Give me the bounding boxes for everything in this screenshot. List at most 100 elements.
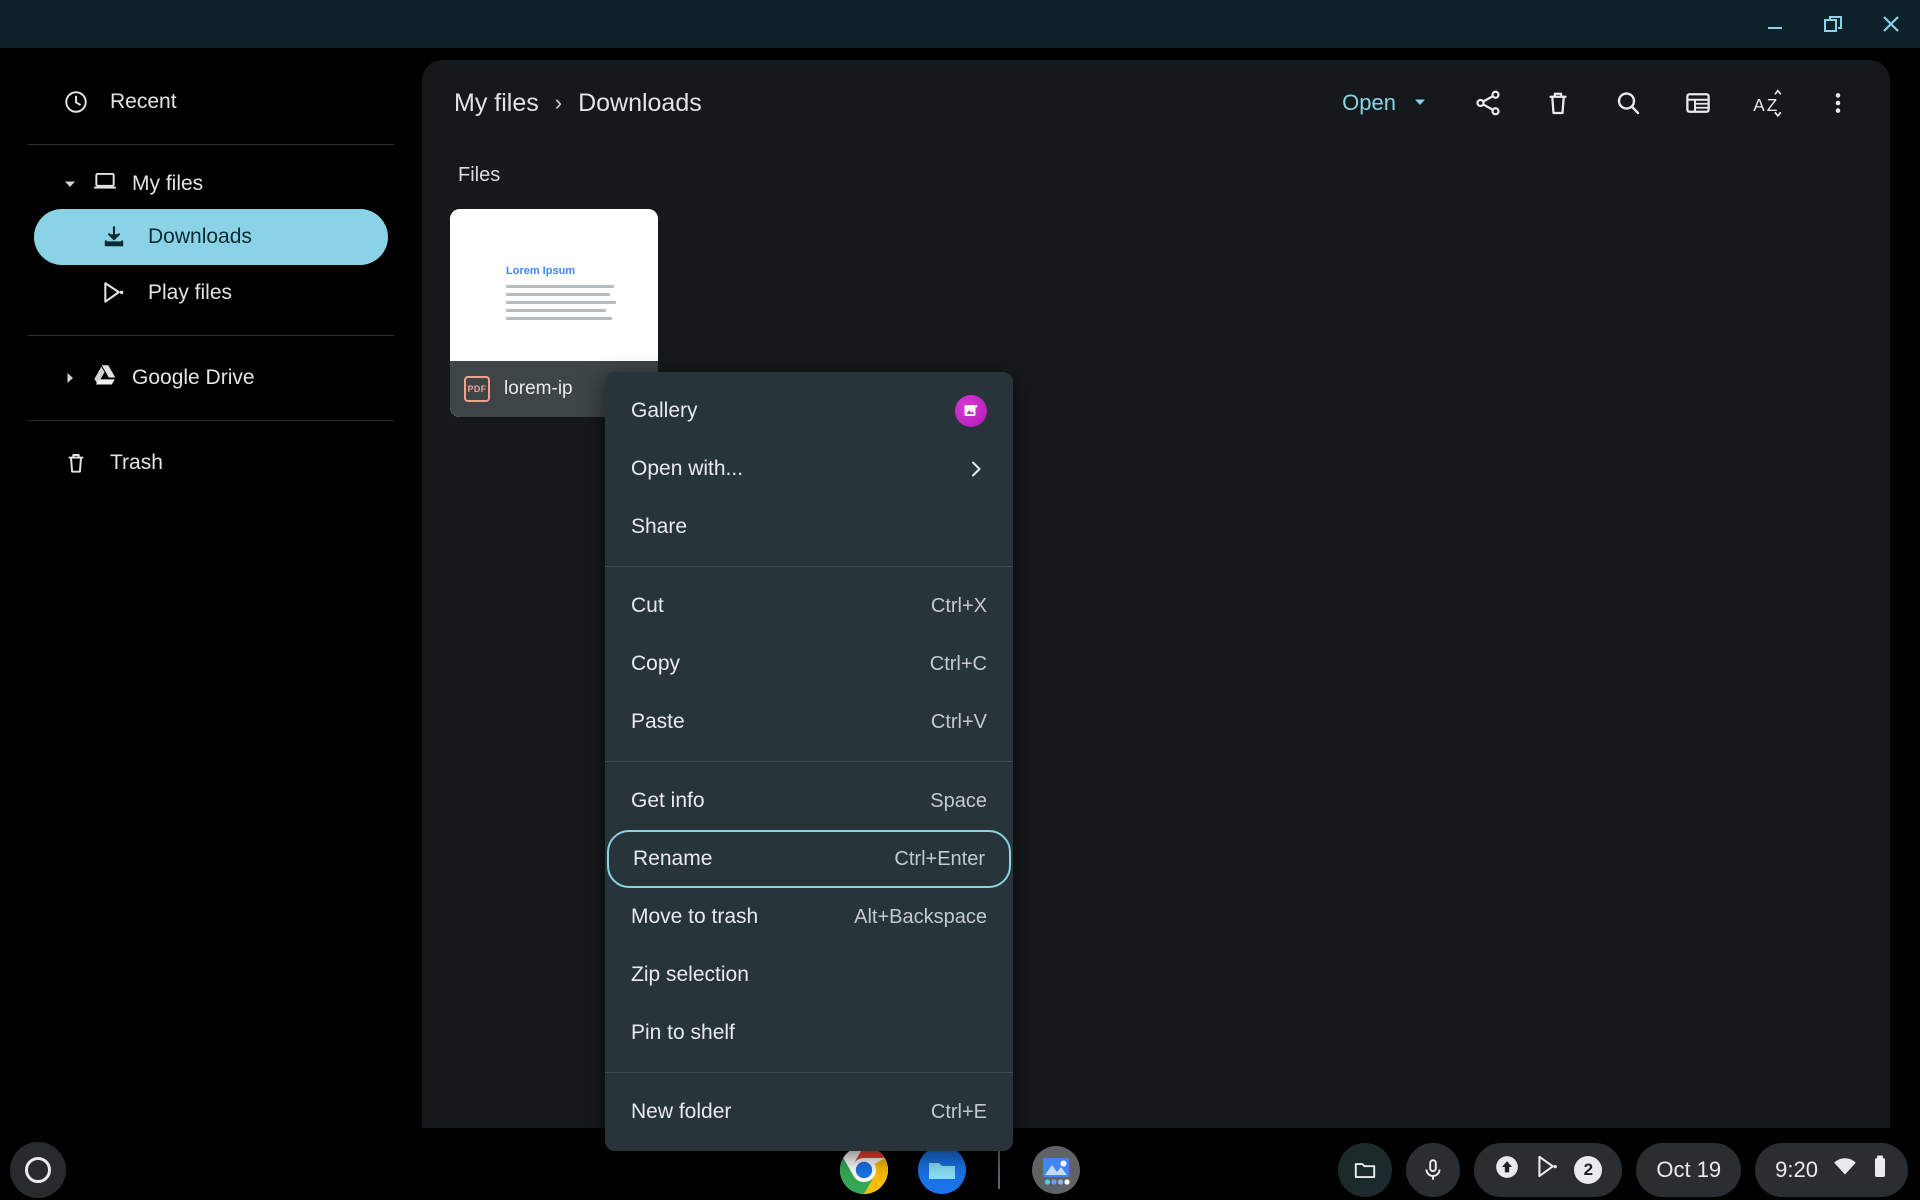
delete-button[interactable] <box>1534 79 1582 127</box>
menu-item-paste[interactable]: Paste Ctrl+V <box>605 693 1013 751</box>
google-drive-icon <box>92 362 118 394</box>
menu-item-label: Rename <box>633 847 713 870</box>
menu-item-accelerator: Ctrl+V <box>930 710 987 733</box>
search-button[interactable] <box>1604 79 1652 127</box>
sidebar-divider-3 <box>28 420 394 421</box>
menu-item-label: Share <box>631 515 688 538</box>
menu-item-accelerator: Ctrl+Enter <box>894 847 985 870</box>
more-vertical-icon <box>1835 93 1841 113</box>
share-icon <box>1476 90 1500 116</box>
more-options-button[interactable] <box>1814 79 1862 127</box>
svg-text:A: A <box>1753 95 1765 115</box>
trash-icon <box>62 449 90 477</box>
chevron-down-icon[interactable] <box>62 176 78 192</box>
open-button[interactable]: Open <box>1328 82 1442 124</box>
sidebar-item-label: Recent <box>110 90 177 113</box>
files-icon <box>918 1146 966 1194</box>
sidebar: Recent My files Downloads Play files Goo… <box>0 48 422 1140</box>
sidebar-item-label: Google Drive <box>132 366 255 389</box>
system-status-area: 2 Oct 19 9:20 <box>1338 1143 1908 1197</box>
microphone-icon <box>1425 1159 1441 1180</box>
menu-item-accelerator: Space <box>930 789 987 812</box>
menu-item-label: New folder <box>631 1100 732 1123</box>
menu-item-cut[interactable]: Cut Ctrl+X <box>605 577 1013 635</box>
shelf-app-gallery[interactable] <box>1030 1144 1082 1196</box>
time-label: 9:20 <box>1775 1157 1818 1182</box>
shelf-app-chrome[interactable] <box>838 1144 890 1196</box>
sidebar-item-my-files[interactable]: My files <box>34 159 388 209</box>
tray-icons-group[interactable]: 2 <box>1474 1143 1623 1197</box>
menu-item-rename[interactable]: Rename Ctrl+Enter <box>607 830 1011 888</box>
sort-az-icon: A Z <box>1753 89 1782 118</box>
breadcrumb-separator-icon: › <box>554 90 563 115</box>
pdf-badge-text: PDF <box>467 384 487 394</box>
date-tray-button[interactable]: Oct 19 <box>1636 1143 1742 1197</box>
sidebar-item-google-drive[interactable]: Google Drive <box>34 350 388 406</box>
sidebar-divider-2 <box>28 335 394 336</box>
shelf-app-files[interactable] <box>916 1144 968 1196</box>
menu-item-accelerator: Ctrl+E <box>930 1100 987 1123</box>
share-button[interactable] <box>1464 79 1512 127</box>
sidebar-item-label: My files <box>132 172 204 195</box>
menu-item-label: Move to trash <box>631 905 759 928</box>
screen: Recent My files Downloads Play files Goo… <box>0 0 1920 1200</box>
sidebar-divider-1 <box>28 144 394 145</box>
play-store-icon[interactable] <box>1534 1154 1560 1186</box>
close-icon <box>1883 16 1899 32</box>
status-tray-button[interactable]: 9:20 <box>1755 1143 1908 1197</box>
sidebar-item-recent[interactable]: Recent <box>34 74 388 130</box>
tote-button[interactable] <box>1338 1143 1393 1197</box>
gallery-app-icon <box>955 395 987 427</box>
files-app-body: Recent My files Downloads Play files Goo… <box>0 48 1920 1151</box>
view-toggle-button[interactable] <box>1674 79 1722 127</box>
thumbnail-body-lines <box>506 285 616 325</box>
menu-item-gallery[interactable]: Gallery <box>605 382 1013 440</box>
shelf-app-list <box>838 1144 1082 1196</box>
notification-count-badge[interactable]: 2 <box>1574 1156 1603 1184</box>
trash-icon <box>1549 92 1567 115</box>
window-minimize-button[interactable] <box>1746 0 1804 48</box>
menu-item-accelerator: Ctrl+C <box>929 652 987 675</box>
breadcrumb-current[interactable]: Downloads <box>578 89 702 118</box>
breadcrumb-root[interactable]: My files <box>454 89 539 118</box>
chrome-icon <box>839 1146 889 1194</box>
laptop-icon <box>92 168 118 200</box>
sidebar-item-trash[interactable]: Trash <box>34 435 388 491</box>
sidebar-item-label: Downloads <box>148 225 252 248</box>
sort-button[interactable]: A Z <box>1744 79 1792 127</box>
menu-separator <box>605 761 1013 762</box>
launcher-button[interactable] <box>10 1142 66 1198</box>
svg-text:Z: Z <box>1767 95 1778 115</box>
gallery-icon <box>1032 1146 1080 1194</box>
menu-item-label: Open with... <box>631 457 744 480</box>
sidebar-item-downloads[interactable]: Downloads <box>34 209 388 265</box>
files-toolbar: My files › Downloads Open A Z <box>422 60 1890 146</box>
date-label: Oct 19 <box>1656 1157 1722 1182</box>
menu-item-copy[interactable]: Copy Ctrl+C <box>605 635 1013 693</box>
context-menu: Gallery Open with... Share Cut Ctrl+X Co… <box>605 372 1013 1151</box>
tote-folder-icon <box>1355 1163 1376 1179</box>
chevron-right-icon[interactable] <box>62 370 78 386</box>
menu-item-new-folder[interactable]: New folder Ctrl+E <box>605 1083 1013 1141</box>
caret-down-icon[interactable] <box>1412 90 1428 116</box>
play-store-icon <box>100 279 128 307</box>
menu-item-open-with[interactable]: Open with... <box>605 440 1013 498</box>
sidebar-item-label: Trash <box>110 451 163 474</box>
list-view-icon <box>1686 93 1710 113</box>
wifi-icon <box>1832 1155 1858 1185</box>
menu-item-share[interactable]: Share <box>605 498 1013 556</box>
menu-item-pin-to-shelf[interactable]: Pin to shelf <box>605 1004 1013 1062</box>
breadcrumb: My files › Downloads <box>454 89 702 118</box>
menu-item-zip-selection[interactable]: Zip selection <box>605 946 1013 1004</box>
download-icon <box>100 223 128 251</box>
menu-item-move-to-trash[interactable]: Move to trash Alt+Backspace <box>605 888 1013 946</box>
restore-icon <box>1824 16 1842 32</box>
clock-icon <box>62 88 90 116</box>
system-update-icon[interactable] <box>1494 1154 1520 1186</box>
window-restore-button[interactable] <box>1804 0 1862 48</box>
dictation-button[interactable] <box>1406 1143 1461 1197</box>
menu-item-label: Gallery <box>631 399 698 422</box>
sidebar-item-play-files[interactable]: Play files <box>34 265 388 321</box>
menu-item-get-info[interactable]: Get info Space <box>605 772 1013 830</box>
window-close-button[interactable] <box>1862 0 1920 48</box>
